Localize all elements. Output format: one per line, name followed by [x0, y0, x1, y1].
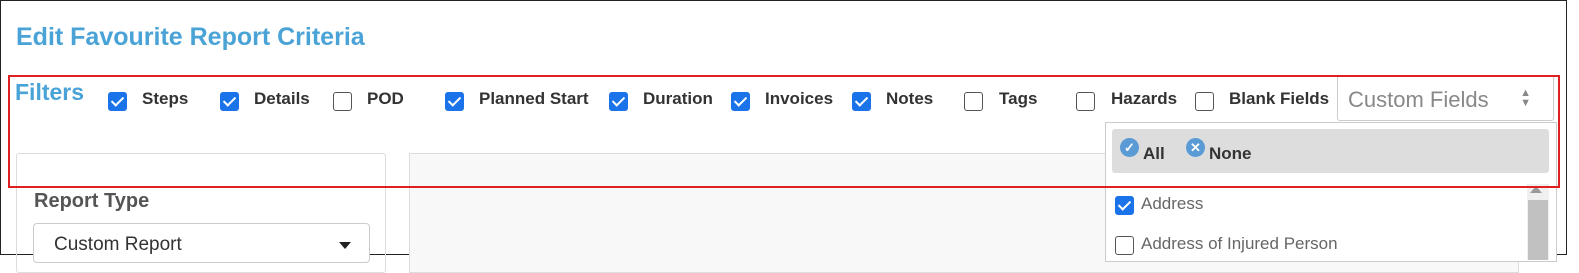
select-all-none-bar: [1112, 129, 1549, 173]
blank-fields-label: Blank Fields: [1229, 89, 1330, 108]
pod-checkbox[interactable]: [333, 92, 352, 111]
custom-fields-placeholder: Custom Fields: [1348, 87, 1489, 112]
notes-checkbox[interactable]: [852, 92, 871, 111]
report-type-label: Report Type: [34, 190, 150, 212]
notes-label: Notes: [886, 89, 934, 108]
duration-checkbox[interactable]: [609, 92, 628, 111]
details-label: Details: [254, 89, 310, 108]
tags-label: Tags: [999, 89, 1038, 108]
page-title: Edit Favourite Report Criteria: [16, 23, 365, 51]
tags-checkbox[interactable]: [964, 92, 983, 111]
chevron-down-icon: [339, 242, 351, 249]
custom-fields-select[interactable]: Custom Fields ▲ ▼: [1337, 75, 1554, 121]
duration-label: Duration: [643, 89, 713, 108]
check-circle-icon[interactable]: ✓: [1120, 138, 1139, 157]
planned-start-checkbox[interactable]: [445, 92, 464, 111]
planned-start-label: Planned Start: [479, 89, 589, 108]
address-of-injured-person-option-label[interactable]: Address of Injured Person: [1141, 234, 1338, 254]
pod-label: POD: [367, 89, 404, 108]
address-checkbox[interactable]: [1115, 196, 1134, 215]
select-all-button[interactable]: All: [1143, 144, 1165, 164]
blank-fields-checkbox[interactable]: [1195, 92, 1214, 111]
invoices-label: Invoices: [765, 89, 834, 108]
scroll-up-icon[interactable]: [1530, 186, 1542, 193]
invoices-checkbox[interactable]: [731, 92, 750, 111]
steps-label: Steps: [142, 89, 189, 108]
scrollbar-thumb[interactable]: [1528, 200, 1548, 260]
sort-arrows-icon: ▲ ▼: [1520, 87, 1531, 109]
steps-checkbox[interactable]: [108, 92, 127, 111]
filters-label: Filters: [15, 79, 85, 105]
hazards-label: Hazards: [1111, 89, 1178, 108]
hazards-checkbox[interactable]: [1076, 92, 1095, 111]
close-circle-icon[interactable]: ✕: [1186, 138, 1205, 157]
select-none-button[interactable]: None: [1209, 144, 1252, 164]
details-checkbox[interactable]: [220, 92, 239, 111]
report-type-value: Custom Report: [54, 234, 182, 255]
report-type-select[interactable]: Custom Report: [33, 223, 370, 263]
address-of-injured-person-checkbox[interactable]: [1115, 236, 1134, 255]
address-option-label[interactable]: Address: [1141, 194, 1203, 214]
